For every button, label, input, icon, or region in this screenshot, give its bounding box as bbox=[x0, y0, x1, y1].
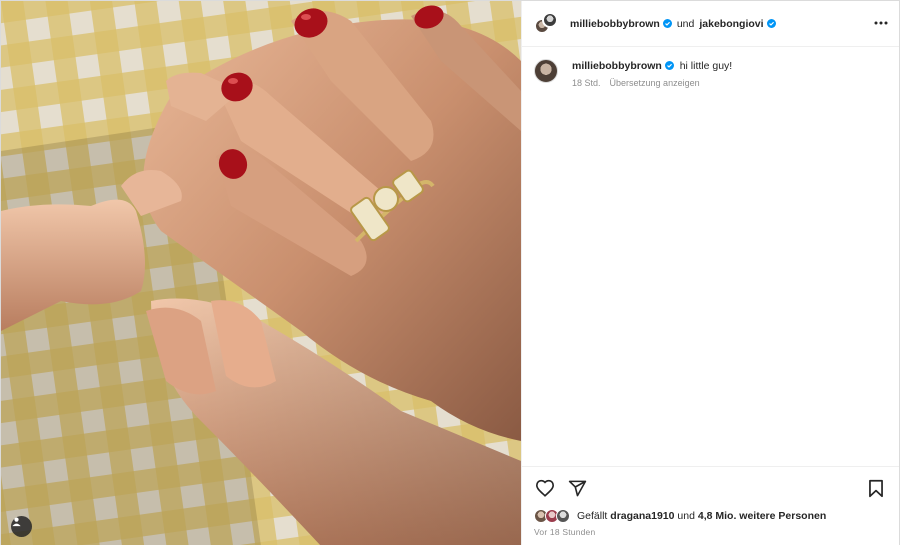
avatar bbox=[542, 11, 558, 28]
translate-link[interactable]: Übersetzung anzeigen bbox=[610, 76, 700, 90]
author-username[interactable]: milliebobbybrown bbox=[570, 18, 660, 30]
caption-username[interactable]: milliebobbybrown bbox=[572, 60, 662, 72]
action-bar bbox=[534, 475, 887, 501]
hands-photo bbox=[1, 1, 521, 545]
likes-prefix: Gefällt bbox=[577, 510, 608, 522]
post-timestamp[interactable]: Vor 18 Stunden bbox=[534, 527, 887, 537]
avatar bbox=[556, 509, 570, 523]
post-side-panel: milliebobbybrown und jakebongiovi millie… bbox=[521, 1, 899, 545]
post-footer: Gefällt dragana1910 und 4,8 Mio. weitere… bbox=[522, 466, 899, 545]
verified-badge-icon bbox=[662, 19, 672, 28]
header-usernames: milliebobbybrown und jakebongiovi bbox=[570, 18, 776, 30]
header-connector: und bbox=[676, 17, 695, 30]
post-photo[interactable] bbox=[1, 1, 521, 545]
caption-text: hi little guy! bbox=[679, 60, 733, 72]
heart-icon[interactable] bbox=[534, 477, 556, 499]
collab-avatars[interactable] bbox=[534, 11, 558, 36]
bookmark-icon[interactable] bbox=[865, 477, 887, 499]
avatar[interactable] bbox=[534, 59, 558, 83]
liker-avatars bbox=[534, 509, 574, 523]
likes-middle: und bbox=[677, 510, 695, 522]
instagram-post: milliebobbybrown und jakebongiovi millie… bbox=[0, 0, 900, 545]
caption: milliebobbybrown hi little guy! 18 Std. … bbox=[522, 47, 899, 90]
likes-count[interactable]: 4,8 Mio. weitere Personen bbox=[698, 510, 826, 522]
share-icon[interactable] bbox=[566, 477, 588, 499]
likes-summary: Gefällt dragana1910 und 4,8 Mio. weitere… bbox=[534, 509, 887, 523]
verified-badge-icon bbox=[766, 19, 776, 28]
post-header: milliebobbybrown und jakebongiovi bbox=[522, 1, 899, 47]
user-tag-icon[interactable] bbox=[11, 516, 32, 537]
caption-age[interactable]: 18 Std. bbox=[572, 76, 601, 90]
collaborator-username[interactable]: jakebongiovi bbox=[699, 18, 763, 30]
liker-username[interactable]: dragana1910 bbox=[610, 510, 674, 522]
verified-badge-icon bbox=[664, 61, 674, 70]
more-horizontal-icon[interactable] bbox=[873, 15, 889, 31]
